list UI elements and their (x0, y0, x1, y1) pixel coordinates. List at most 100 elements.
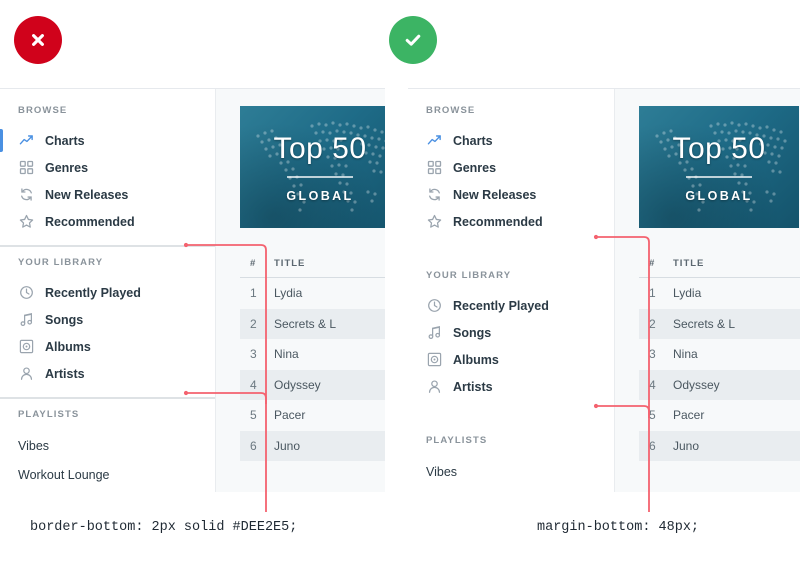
table-row[interactable]: 2 Secrets & L (639, 308, 800, 339)
sidebar-item-recommended[interactable]: Recommended (408, 208, 614, 235)
sidebar-item-albums[interactable]: Albums (0, 333, 215, 360)
group-heading-browse: BROWSE (426, 105, 476, 116)
track-title: Juno (274, 438, 301, 453)
track-number: 3 (250, 347, 257, 362)
table-row[interactable]: 1 Lydia (639, 278, 800, 309)
cover-subtitle: GLOBAL (685, 189, 753, 203)
sidebar-item-label: Recently Played (453, 298, 549, 313)
playlist-item-label: Workout Lounge (18, 467, 110, 482)
column-header-title: TITLE (274, 258, 306, 269)
track-number: 1 (649, 286, 656, 301)
table-row[interactable]: 6 Juno (639, 430, 800, 461)
sidebar-item-artists[interactable]: Artists (408, 373, 614, 400)
grid-icon (18, 160, 34, 176)
track-title: Juno (673, 438, 700, 453)
tracklist-correct: # TITLE 1 Lydia 2 Secrets & L 3 Nina 4 O… (639, 250, 800, 461)
cover-title: Top 50 (672, 132, 766, 165)
sidebar-item-label: Recently Played (45, 285, 141, 300)
album-disc-icon (426, 352, 442, 368)
clock-icon (18, 285, 34, 301)
person-icon (426, 379, 442, 395)
playlist-item-vibes[interactable]: Vibes (0, 431, 215, 460)
refresh-icon (18, 187, 34, 203)
sidebar-item-new-releases[interactable]: New Releases (408, 181, 614, 208)
clock-icon (426, 298, 442, 314)
sidebar-item-label: New Releases (45, 187, 129, 202)
trending-up-icon (426, 133, 442, 149)
tracklist-header: # TITLE (240, 250, 385, 278)
album-disc-icon (18, 339, 34, 355)
sidebar-item-albums[interactable]: Albums (408, 346, 614, 373)
playlist-item-label: Vibes (426, 464, 458, 479)
track-title: Lydia (673, 286, 702, 301)
table-row[interactable]: 6 Juno (240, 430, 385, 461)
cover-divider (686, 176, 752, 178)
sidebar-item-recommended[interactable]: Recommended (0, 208, 215, 235)
track-number: 6 (250, 438, 257, 453)
playlist-item-workout-lounge[interactable]: Workout Lounge (0, 460, 215, 489)
track-number: 5 (649, 408, 656, 423)
sidebar-item-songs[interactable]: Songs (408, 319, 614, 346)
track-title: Pacer (673, 408, 705, 423)
sidebar-item-label: Recommended (45, 214, 135, 229)
sidebar-item-songs[interactable]: Songs (0, 306, 215, 333)
sidebar-item-label: Albums (453, 352, 499, 367)
check-circle-icon (402, 29, 424, 51)
track-number: 5 (250, 408, 257, 423)
group-heading-playlists: PLAYLISTS (18, 409, 80, 420)
playlist-item-vibes[interactable]: Vibes (408, 457, 614, 486)
sidebar-item-label: Charts (45, 133, 85, 148)
nav-group-your-library: YOUR LIBRARY Recently Played Songs Album… (0, 257, 215, 399)
tracklist-header: # TITLE (639, 250, 800, 278)
sidebar-item-artists[interactable]: Artists (0, 360, 215, 387)
nav-group-browse: BROWSE Charts Genres New Releases Recomm… (408, 105, 614, 235)
sidebar-item-label: Genres (45, 160, 89, 175)
playlist-cover-art[interactable]: Top 50 GLOBAL (639, 106, 799, 228)
comparison-panels: BROWSE Charts Genres New Releases Recomm… (0, 88, 800, 492)
table-row[interactable]: 3 Nina (639, 339, 800, 370)
sidebar-item-label: Songs (45, 312, 84, 327)
nav-group-browse: BROWSE Charts Genres New Releases Recomm… (0, 105, 215, 247)
correct-badge (389, 16, 437, 64)
track-number: 4 (649, 377, 656, 392)
refresh-icon (426, 187, 442, 203)
person-icon (18, 366, 34, 382)
table-row[interactable]: 3 Nina (240, 339, 385, 370)
annotation-label-incorrect: border-bottom: 2px solid #DEE2E5; (30, 520, 298, 535)
table-row[interactable]: 5 Pacer (240, 400, 385, 431)
table-row[interactable]: 2 Secrets & L (240, 308, 385, 339)
track-title: Nina (673, 347, 698, 362)
table-row[interactable]: 1 Lydia (240, 278, 385, 309)
sidebar-item-label: Recommended (453, 214, 543, 229)
playlist-item-workout-lounge[interactable]: Workout Lounge (408, 486, 614, 492)
cover-title: Top 50 (273, 132, 367, 165)
music-note-icon (18, 312, 34, 328)
sidebar-item-recently-played[interactable]: Recently Played (0, 279, 215, 306)
star-icon (18, 214, 34, 230)
track-number: 6 (649, 438, 656, 453)
table-row[interactable]: 4 Odyssey (240, 369, 385, 400)
playlist-cover-art[interactable]: Top 50 GLOBAL (240, 106, 385, 228)
track-title: Secrets & L (673, 316, 736, 331)
sidebar-item-label: Charts (453, 133, 493, 148)
sidebar-item-genres[interactable]: Genres (0, 154, 215, 181)
sidebar-item-charts[interactable]: Charts (0, 127, 215, 154)
table-row[interactable]: 5 Pacer (639, 400, 800, 431)
sidebar-item-label: Artists (45, 366, 85, 381)
track-number: 4 (250, 377, 257, 392)
group-heading-browse: BROWSE (18, 105, 68, 116)
content-area-incorrect: Top 50 GLOBAL # TITLE 1 Lydia 2 Secrets … (216, 89, 385, 492)
sidebar-item-label: New Releases (453, 187, 537, 202)
track-number: 2 (250, 316, 257, 331)
sidebar-item-label: Albums (45, 339, 91, 354)
world-map-dots (256, 121, 385, 212)
incorrect-badge (14, 16, 62, 64)
sidebar-item-genres[interactable]: Genres (408, 154, 614, 181)
column-header-number: # (649, 258, 656, 269)
sidebar-item-recently-played[interactable]: Recently Played (408, 292, 614, 319)
table-row[interactable]: 4 Odyssey (639, 369, 800, 400)
x-circle-icon (28, 30, 48, 50)
sidebar-item-new-releases[interactable]: New Releases (0, 181, 215, 208)
group-heading-your-library: YOUR LIBRARY (426, 270, 512, 281)
sidebar-item-charts[interactable]: Charts (408, 127, 614, 154)
